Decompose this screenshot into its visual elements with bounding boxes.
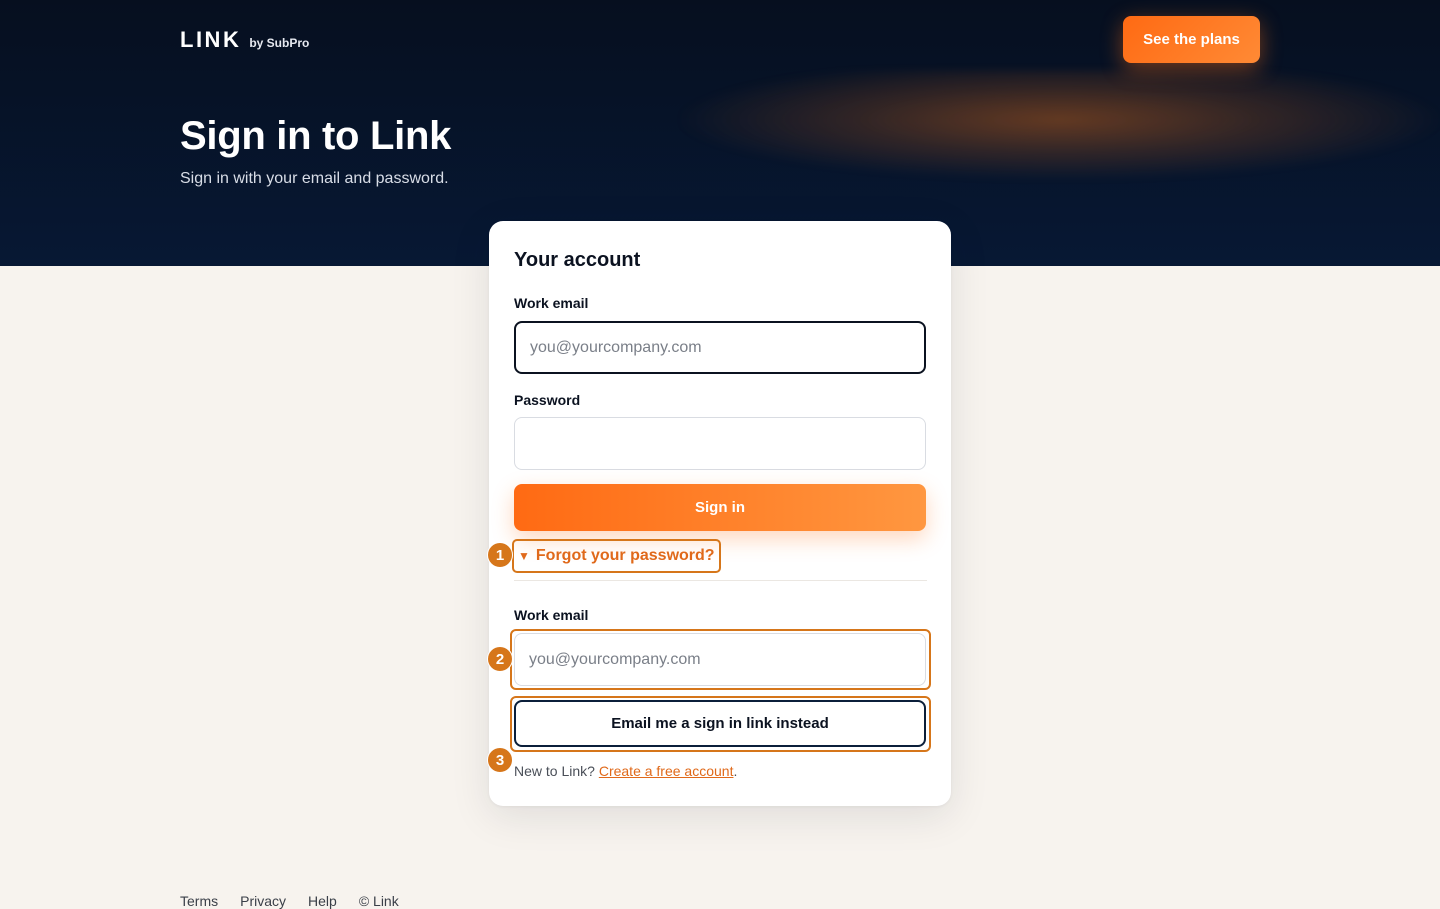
brand-sub: by SubPro [249,36,310,50]
magic-email-input[interactable] [514,633,926,686]
footer-link-terms[interactable]: Terms [180,893,218,909]
brand-name: LINK [180,27,242,52]
forgot-password-label: Forgot your password? [535,547,715,564]
footer-link-help[interactable]: Help [308,893,337,909]
caret-down-icon: ▼ [518,549,530,563]
section-divider [514,580,927,581]
email-input[interactable] [514,321,926,374]
hero-glow [680,70,1440,180]
page-subtitle: Sign in with your email and password. [180,170,449,187]
sign-in-button[interactable]: Sign in [514,484,926,531]
see-plans-button[interactable]: See the plans [1123,16,1260,63]
password-input[interactable] [514,417,926,470]
prompt-period: . [733,763,738,779]
footer-copyright: © Link [358,893,399,909]
magic-email-label: Work email [514,607,589,623]
new-account-prompt: New to Link? Create a free account. [514,763,737,779]
sign-in-card: Your account Work email Password Sign in… [489,221,951,806]
annotation-badge-3: 3 [487,747,513,773]
brand-logo[interactable]: LINK by SubPro [180,27,309,53]
email-label: Work email [514,295,589,311]
footer-links: Terms Privacy Help © Link [180,893,399,909]
create-account-link[interactable]: Create a free account [599,763,734,779]
forgot-password-toggle[interactable]: ▼ Forgot your password? [512,539,721,573]
email-sign-in-link-button[interactable]: Email me a sign in link instead [514,700,926,747]
footer-link-privacy[interactable]: Privacy [240,893,286,909]
new-to-link-text: New to Link? [514,763,595,779]
page-title: Sign in to Link [180,114,452,158]
annotation-badge-1: 1 [487,542,513,568]
password-label: Password [514,392,581,408]
annotation-badge-2: 2 [487,646,513,672]
card-title: Your account [514,249,641,271]
